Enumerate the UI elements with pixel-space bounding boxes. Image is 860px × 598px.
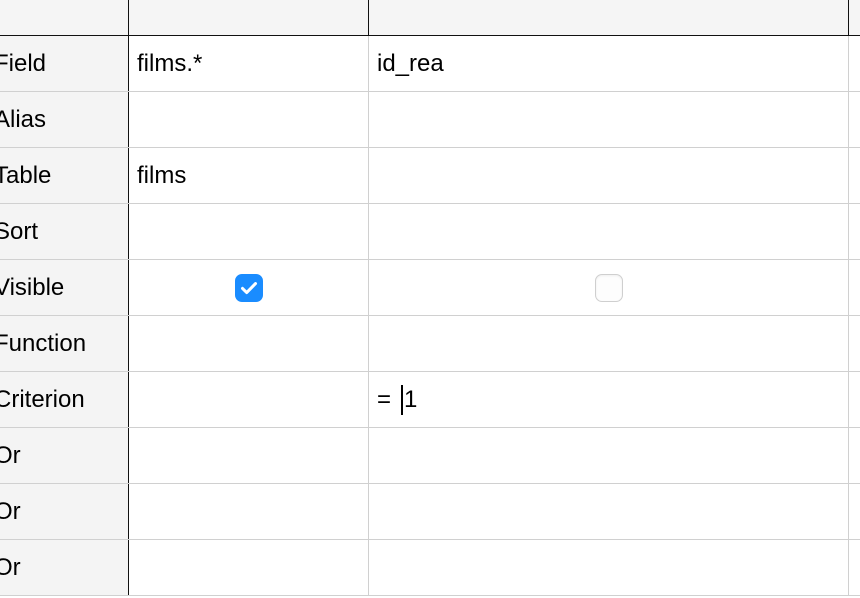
grid-row-criterion: Criterion = 1 — [0, 372, 860, 428]
column-header-2[interactable] — [369, 0, 849, 35]
cell-function-col2[interactable] — [369, 316, 849, 371]
cell-alias-col2[interactable] — [369, 92, 849, 147]
cell-or2-col3[interactable] — [849, 484, 860, 539]
checkbox-checked-icon[interactable] — [234, 273, 263, 302]
criterion-editor[interactable]: = 1 — [377, 384, 418, 415]
grid-row-or-1: Or — [0, 428, 860, 484]
row-label-field: Field — [0, 36, 129, 91]
cell-visible-col1[interactable] — [129, 260, 369, 315]
row-label-criterion-text: Criterion — [0, 385, 85, 413]
cell-field-col1[interactable]: films.* — [129, 36, 369, 91]
text-cursor-caret — [401, 384, 404, 415]
row-label-table: Table — [0, 148, 129, 203]
row-label-visible-text: Visible — [0, 273, 65, 301]
column-header-1[interactable] — [129, 0, 369, 35]
row-label-or-1-text: Or — [0, 441, 21, 469]
cell-field-col3[interactable] — [849, 36, 860, 91]
row-label-or-2: Or — [0, 484, 129, 539]
grid-row-visible: Visible — [0, 260, 860, 316]
column-header-3[interactable] — [849, 0, 860, 35]
cell-or1-col3[interactable] — [849, 428, 860, 483]
row-label-or-2-text: Or — [0, 497, 21, 525]
row-label-column-header — [0, 0, 129, 35]
cell-or1-col2[interactable] — [369, 428, 849, 483]
cell-field-col1-text: films.* — [137, 49, 203, 77]
cell-sort-col2[interactable] — [369, 204, 849, 259]
row-label-or-1: Or — [0, 428, 129, 483]
cell-sort-col3[interactable] — [849, 204, 860, 259]
grid-row-or-3: Or — [0, 540, 860, 596]
grid-row-sort: Sort — [0, 204, 860, 260]
criterion-operator-text: = — [377, 385, 392, 413]
checkbox-unchecked-icon[interactable] — [594, 273, 623, 302]
cell-field-col2[interactable]: id_rea — [369, 36, 849, 91]
grid-row-function: Function — [0, 316, 860, 372]
cell-function-col3[interactable] — [849, 316, 860, 371]
cell-or3-col2[interactable] — [369, 540, 849, 595]
criterion-value-text: 1 — [404, 385, 418, 413]
grid-row-field: Field films.* id_rea — [0, 36, 860, 92]
cell-visible-col3[interactable] — [849, 260, 860, 315]
row-label-sort-text: Sort — [0, 217, 39, 245]
cell-sort-col1[interactable] — [129, 204, 369, 259]
cell-alias-col1[interactable] — [129, 92, 369, 147]
row-label-table-text: Table — [0, 161, 52, 189]
cell-function-col1[interactable] — [129, 316, 369, 371]
grid-row-or-2: Or — [0, 484, 860, 540]
row-label-alias-text: Alias — [0, 105, 47, 133]
cell-field-col2-text: id_rea — [377, 49, 444, 77]
row-label-criterion: Criterion — [0, 372, 129, 427]
row-label-or-3-text: Or — [0, 553, 21, 581]
cell-or1-col1[interactable] — [129, 428, 369, 483]
row-label-sort: Sort — [0, 204, 129, 259]
cell-or3-col1[interactable] — [129, 540, 369, 595]
cell-criterion-col3[interactable] — [849, 372, 860, 427]
grid-row-table: Table films — [0, 148, 860, 204]
cell-table-col3[interactable] — [849, 148, 860, 203]
cell-table-col1-text: films — [137, 161, 187, 189]
cell-or3-col3[interactable] — [849, 540, 860, 595]
row-label-field-text: Field — [0, 49, 47, 77]
cell-alias-col3[interactable] — [849, 92, 860, 147]
row-label-function: Function — [0, 316, 129, 371]
row-label-alias: Alias — [0, 92, 129, 147]
cell-or2-col1[interactable] — [129, 484, 369, 539]
cell-visible-col2[interactable] — [369, 260, 849, 315]
cell-table-col1[interactable]: films — [129, 148, 369, 203]
cell-criterion-col1[interactable] — [129, 372, 369, 427]
query-design-grid: Field films.* id_rea Alias Table — [0, 0, 860, 598]
cell-or2-col2[interactable] — [369, 484, 849, 539]
grid-row-alias: Alias — [0, 92, 860, 148]
row-label-or-3: Or — [0, 540, 129, 595]
cell-table-col2[interactable] — [369, 148, 849, 203]
cell-criterion-col2[interactable]: = 1 — [369, 372, 849, 427]
grid-header-row — [0, 0, 860, 36]
row-label-visible: Visible — [0, 260, 129, 315]
row-label-function-text: Function — [0, 329, 87, 357]
